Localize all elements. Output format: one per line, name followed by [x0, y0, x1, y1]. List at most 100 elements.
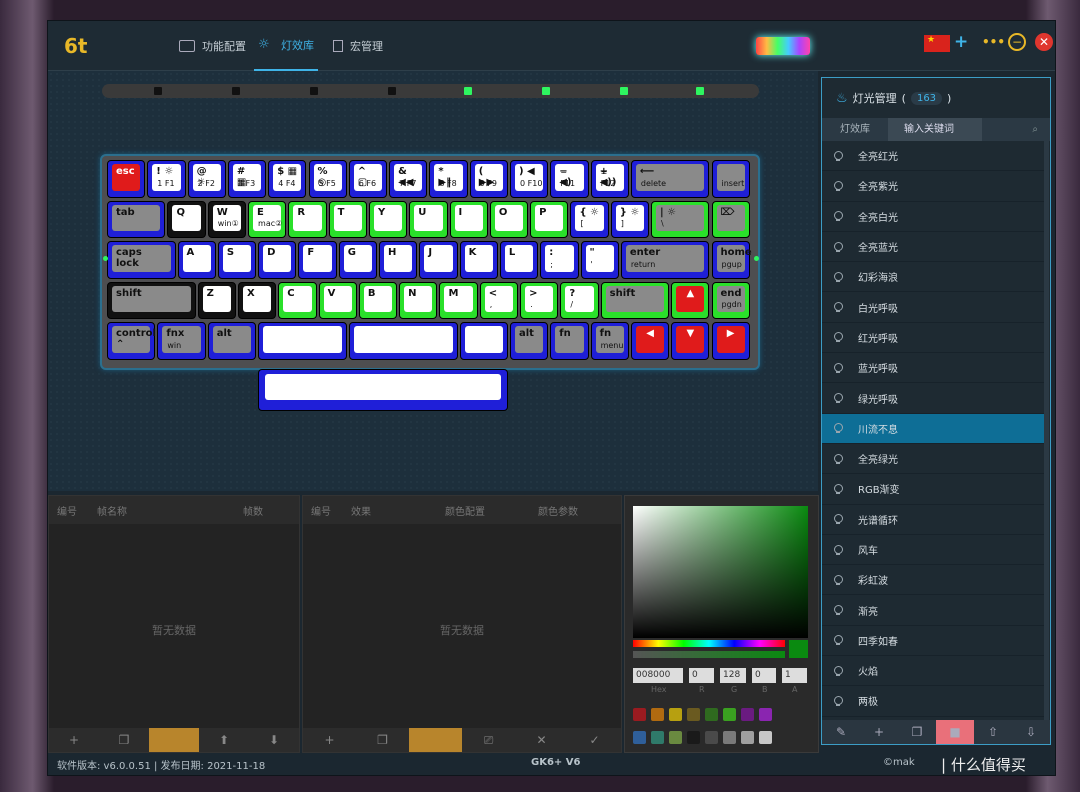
key[interactable]: ? /	[560, 281, 599, 319]
key[interactable]: H	[379, 241, 418, 279]
search-input[interactable]: 输入关键词	[888, 118, 982, 141]
key[interactable]: " '	[580, 241, 619, 279]
hue-slider[interactable]	[633, 640, 785, 647]
key[interactable]: R	[288, 200, 327, 238]
color-swatch[interactable]	[705, 708, 718, 721]
key[interactable]: & ◀◀ 7 F7	[389, 160, 428, 198]
key[interactable]: home pgup	[711, 241, 752, 279]
import-button[interactable]: ⇧	[974, 720, 1012, 744]
effect-list-item[interactable]: 白光呼吸	[822, 292, 1044, 323]
key[interactable]: caps lock	[107, 241, 176, 279]
key[interactable]: V	[318, 281, 357, 319]
tab-function-config[interactable]: 功能配置	[179, 21, 246, 71]
green-input[interactable]: 128	[720, 668, 746, 683]
key[interactable]: I	[449, 200, 488, 238]
effect-list-item[interactable]: 渐亮	[822, 595, 1044, 626]
effect-list-item[interactable]: 全亮白光	[822, 202, 1044, 232]
key[interactable]: S	[217, 241, 257, 279]
effect-list-item[interactable]: 全亮绿光	[822, 444, 1044, 475]
color-swatch[interactable]	[741, 708, 754, 721]
key[interactable]: ▶	[711, 322, 750, 360]
effect-list-item[interactable]: 川流不息	[822, 413, 1044, 444]
delete-button[interactable]: ■	[936, 720, 974, 744]
effect-list-item[interactable]: 彩虹波	[822, 565, 1044, 596]
effect-list-item[interactable]: 蓝光呼吸	[822, 353, 1044, 384]
spacebar-preview-key[interactable]	[258, 369, 508, 411]
highlight-effect-button[interactable]	[409, 728, 462, 752]
saturation-value-area[interactable]	[633, 506, 808, 638]
key[interactable]: ⟵ delete	[630, 160, 710, 198]
key[interactable]: K	[459, 241, 498, 279]
key[interactable]: % ◎ 5 F5	[308, 160, 347, 198]
key[interactable]: control ⌃	[107, 322, 156, 360]
key[interactable]: fn menu	[590, 322, 629, 360]
key[interactable]: fn	[550, 322, 589, 360]
key[interactable]: tab	[107, 200, 166, 238]
edit-button[interactable]: ✎	[822, 720, 860, 744]
color-swatch[interactable]	[759, 731, 772, 744]
china-flag-icon[interactable]	[924, 35, 950, 52]
key[interactable]: ◀	[630, 322, 670, 360]
effect-list-item[interactable]: 光谱循环	[822, 505, 1044, 535]
key[interactable]	[258, 322, 347, 360]
key[interactable]: − ◀) − F11	[550, 160, 589, 198]
effect-list-item[interactable]: 两极	[822, 686, 1044, 717]
effect-list-item[interactable]: RGB渐变	[822, 474, 1044, 505]
tab-light-library[interactable]: 灯效库	[822, 118, 888, 141]
key[interactable]: + ◀)) = F12	[590, 160, 629, 198]
copy-button[interactable]: ❐	[898, 720, 936, 744]
key[interactable]: Emac②	[248, 200, 287, 238]
copy-effect-button[interactable]: ❐	[356, 728, 409, 752]
effect-list-item[interactable]: 全亮红光	[822, 141, 1044, 172]
color-swatch[interactable]	[633, 708, 646, 721]
key[interactable]: alt	[207, 322, 257, 360]
color-swatch[interactable]	[687, 731, 700, 744]
key[interactable]: ▼	[671, 322, 710, 360]
key[interactable]: Z	[197, 281, 236, 319]
key[interactable]: shift	[107, 281, 196, 319]
color-swatch[interactable]	[723, 708, 736, 721]
key[interactable]	[459, 322, 508, 360]
key[interactable]	[348, 322, 458, 360]
key[interactable]: U	[409, 200, 448, 238]
color-swatch[interactable]	[651, 708, 664, 721]
key[interactable]: A	[177, 241, 216, 279]
alpha-slider[interactable]	[633, 651, 785, 658]
alpha-input[interactable]: 1	[782, 668, 807, 683]
color-swatch[interactable]	[705, 731, 718, 744]
key[interactable]: ▲	[671, 281, 710, 319]
key[interactable]: O	[489, 200, 529, 238]
hex-input[interactable]: 008000	[633, 668, 683, 683]
red-input[interactable]: 0	[689, 668, 714, 683]
key[interactable]: shift	[600, 281, 670, 319]
export-button[interactable]: ⇩	[1012, 720, 1050, 744]
key[interactable]: <,	[479, 281, 519, 319]
delete-effect-button[interactable]: ✕	[515, 728, 568, 752]
search-icon[interactable]: ⌕	[982, 118, 1050, 141]
key[interactable]: B	[358, 281, 398, 319]
key[interactable]: ⌦	[711, 200, 750, 238]
key[interactable]: T	[328, 200, 367, 238]
add-icon[interactable]: +	[954, 32, 968, 52]
add-effect-button[interactable]: +	[303, 728, 356, 752]
color-swatch[interactable]	[651, 731, 664, 744]
effect-list-item[interactable]: 红光呼吸	[822, 323, 1044, 354]
highlight-frame-button[interactable]	[149, 728, 199, 752]
key[interactable]: Wwin①	[207, 200, 247, 238]
color-swatch[interactable]	[669, 731, 682, 744]
color-swatch[interactable]	[669, 708, 682, 721]
blue-input[interactable]: 0	[752, 668, 776, 683]
key[interactable]: end pgdn	[711, 281, 750, 319]
move-down-button[interactable]: ⬇	[249, 728, 299, 752]
confirm-effect-button[interactable]: ✓	[568, 728, 621, 752]
copy-frame-button[interactable]: ❐	[99, 728, 149, 752]
key[interactable]: >.	[520, 281, 559, 319]
key[interactable]: P	[530, 200, 569, 238]
key[interactable]: ) ◀ 0 F10	[510, 160, 549, 198]
color-swatch[interactable]	[723, 731, 736, 744]
key[interactable]: | ☼ \	[651, 200, 710, 238]
color-swatch[interactable]	[687, 708, 700, 721]
key[interactable]: esc	[107, 160, 146, 198]
key[interactable]: N	[399, 281, 438, 319]
key[interactable]: Q	[167, 200, 206, 238]
